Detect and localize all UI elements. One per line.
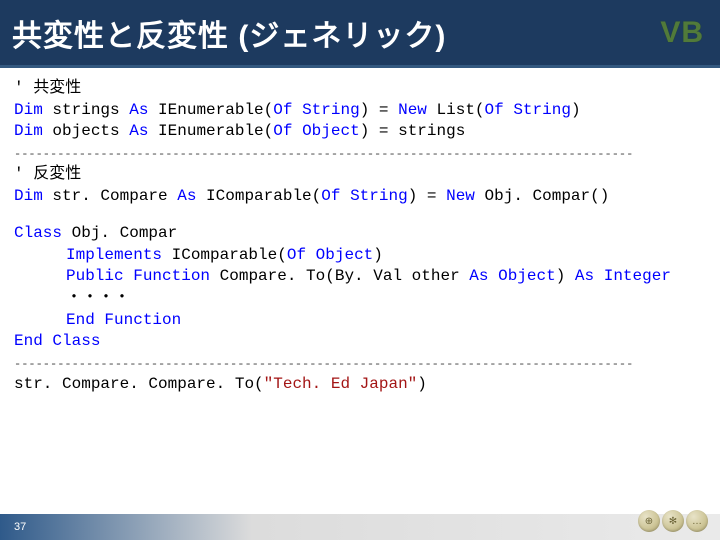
code-line: End Function [14,310,706,332]
code-line: Dim str. Compare As IComparable(Of Strin… [14,186,706,208]
code-line: ・・・・ [14,288,706,310]
code-block: ' 共変性 Dim strings As IEnumerable(Of Stri… [0,68,720,396]
logo-icon: … [686,510,708,532]
code-line: Implements IComparable(Of Object) [14,245,706,267]
code-line: Dim objects As IEnumerable(Of Object) = … [14,121,706,143]
language-badge: VB [660,16,704,50]
page-number: 37 [14,521,26,533]
code-line: Dim strings As IEnumerable(Of String) = … [14,100,706,122]
code-line: str. Compare. Compare. To("Tech. Ed Japa… [14,374,706,396]
code-line: Public Function Compare. To(By. Val othe… [14,266,706,288]
logo-icon: ⊕ [638,510,660,532]
slide-title: 共変性と反変性 (ジェネリック) [12,11,446,55]
logo-icon: ✻ [662,510,684,532]
slide-footer: 37 [0,514,720,540]
code-line: ' 共変性 [14,78,706,100]
code-line: End Class [14,331,706,353]
code-line: Class Obj. Compar [14,223,706,245]
code-line: ' 反変性 [14,164,706,186]
separator-line: ----------------------------------------… [14,353,706,374]
slide-header: 共変性と反変性 (ジェネリック) VB [0,0,720,68]
separator-line: ----------------------------------------… [14,143,706,164]
footer-logos: ⊕ ✻ … [638,510,708,532]
